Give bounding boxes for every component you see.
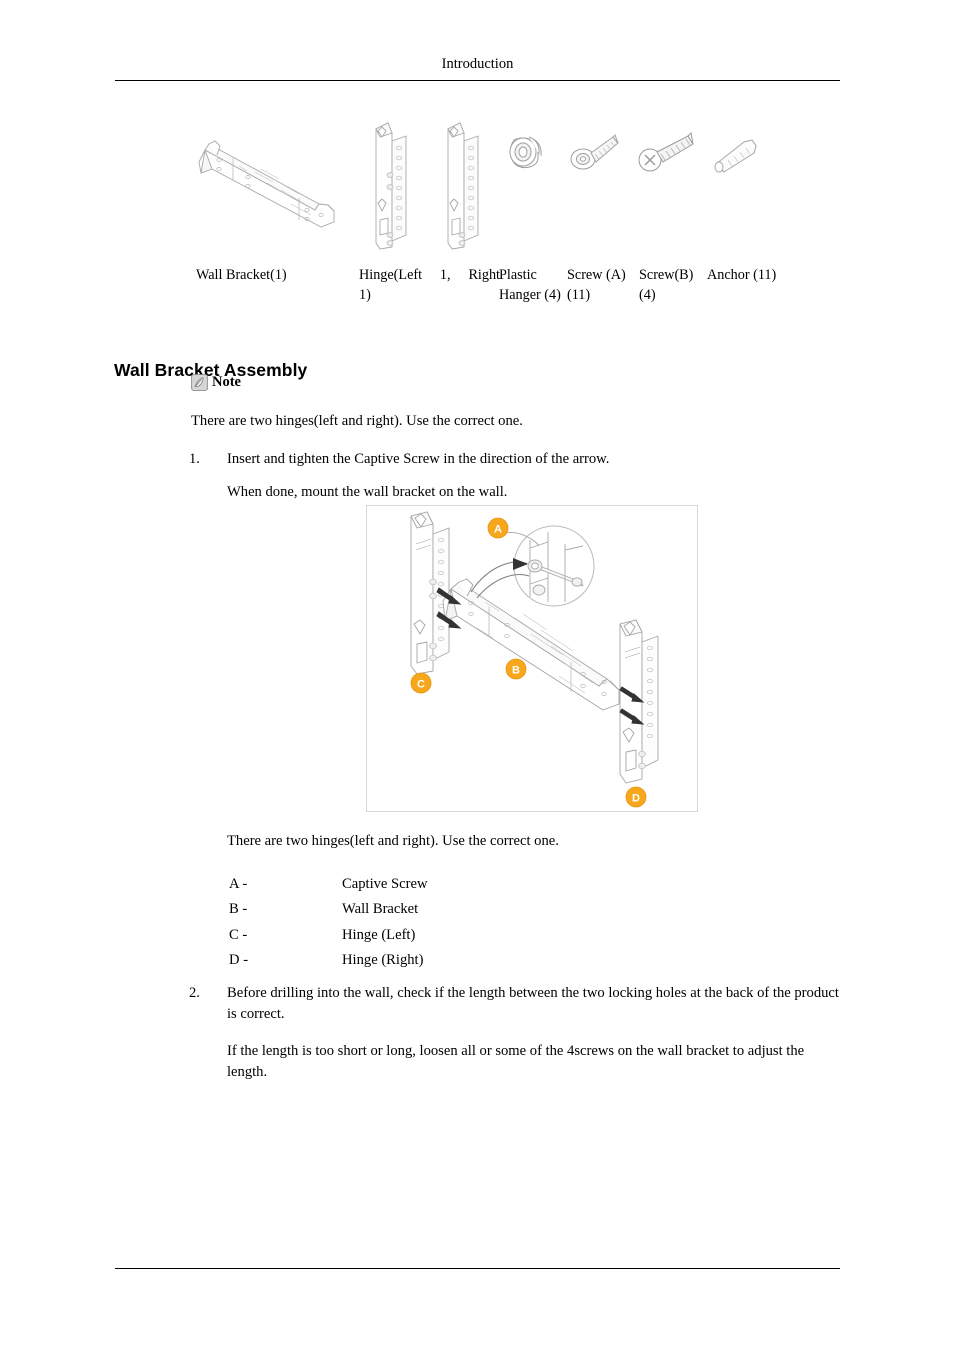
wall-bracket-icon: [198, 140, 335, 228]
callout-badge-c: C: [410, 672, 432, 694]
part-label-anchor: Anchor (11): [707, 267, 777, 283]
part-label-wall-bracket: Wall Bracket(1): [196, 267, 287, 283]
hinge-left-icon: [375, 122, 407, 250]
legend-row: B - Wall Bracket: [229, 897, 649, 922]
badge-b-label: B: [512, 665, 520, 677]
step-1-subtext: When done, mount the wall bracket on the…: [227, 484, 508, 500]
screw-a-icon: [570, 134, 619, 170]
step-2-subtext: If the length is too short or long, loos…: [227, 1043, 805, 1080]
part-label-plastic-hanger: Plastic Hanger (4): [499, 267, 561, 303]
note-pencil-icon: [191, 374, 208, 391]
anchor-icon: [714, 139, 757, 173]
legend-value: Wall Bracket: [342, 901, 419, 918]
screw-b-icon: [638, 131, 694, 172]
note-label: Note: [212, 374, 241, 391]
part-label-screw-a: Screw (A)(11): [567, 267, 626, 303]
badge-d-label: D: [632, 793, 640, 805]
figure-legend-list: A - Captive Screw B - Wall Bracket C - H…: [229, 872, 649, 973]
step-2: 2. Before drilling into the wall, check …: [189, 983, 844, 1025]
footer-divider-rule: [115, 1268, 840, 1269]
legend-row: C - Hinge (Left): [229, 923, 649, 948]
part-label-hinge-line2: 1): [359, 286, 371, 303]
hinge-right-icon: [447, 122, 479, 250]
part-label-hinge: Hinge(Left 1, Right 1): [359, 266, 500, 305]
legend-value: Captive Screw: [342, 876, 428, 892]
legend-value: Hinge (Left): [342, 926, 416, 943]
header-divider-rule: [115, 80, 840, 81]
callout-badge-a: A: [487, 517, 540, 547]
legend-key: C -: [229, 926, 248, 943]
legend-key: A -: [229, 876, 248, 892]
legend-row: D - Hinge (Right): [229, 948, 649, 973]
note-block: Note: [191, 374, 241, 391]
callout-badge-b: B: [505, 658, 527, 680]
step-2-number: 2.: [189, 985, 200, 1001]
legend-row: A - Captive Screw: [229, 872, 649, 897]
plastic-hanger-icon: [509, 136, 542, 169]
part-label-hinge-line1: Hinge(Left 1, Right: [359, 267, 500, 283]
legend-key: D -: [229, 951, 249, 968]
wall-bracket-assembly-figure: A B C D: [366, 505, 698, 812]
page-running-header: Introduction: [441, 56, 514, 72]
figure-caption: There are two hinges(left and right). Us…: [227, 833, 559, 849]
step-1: 1. Insert and tighten the Captive Screw …: [189, 449, 844, 470]
badge-c-label: C: [417, 679, 425, 691]
parts-illustration-strip: [190, 110, 790, 260]
callout-badge-d: D: [625, 786, 647, 808]
part-label-screw-b: Screw(B) (4): [639, 267, 694, 303]
step-1-number: 1.: [189, 451, 200, 467]
badge-a-label: A: [494, 524, 502, 536]
legend-key: B -: [229, 901, 248, 918]
note-text: There are two hinges(left and right). Us…: [191, 413, 523, 429]
legend-value: Hinge (Right): [342, 951, 424, 968]
step-1-text: Insert and tighten the Captive Screw in …: [227, 451, 610, 467]
step-2-text: Before drilling into the wall, check if …: [227, 985, 839, 1022]
